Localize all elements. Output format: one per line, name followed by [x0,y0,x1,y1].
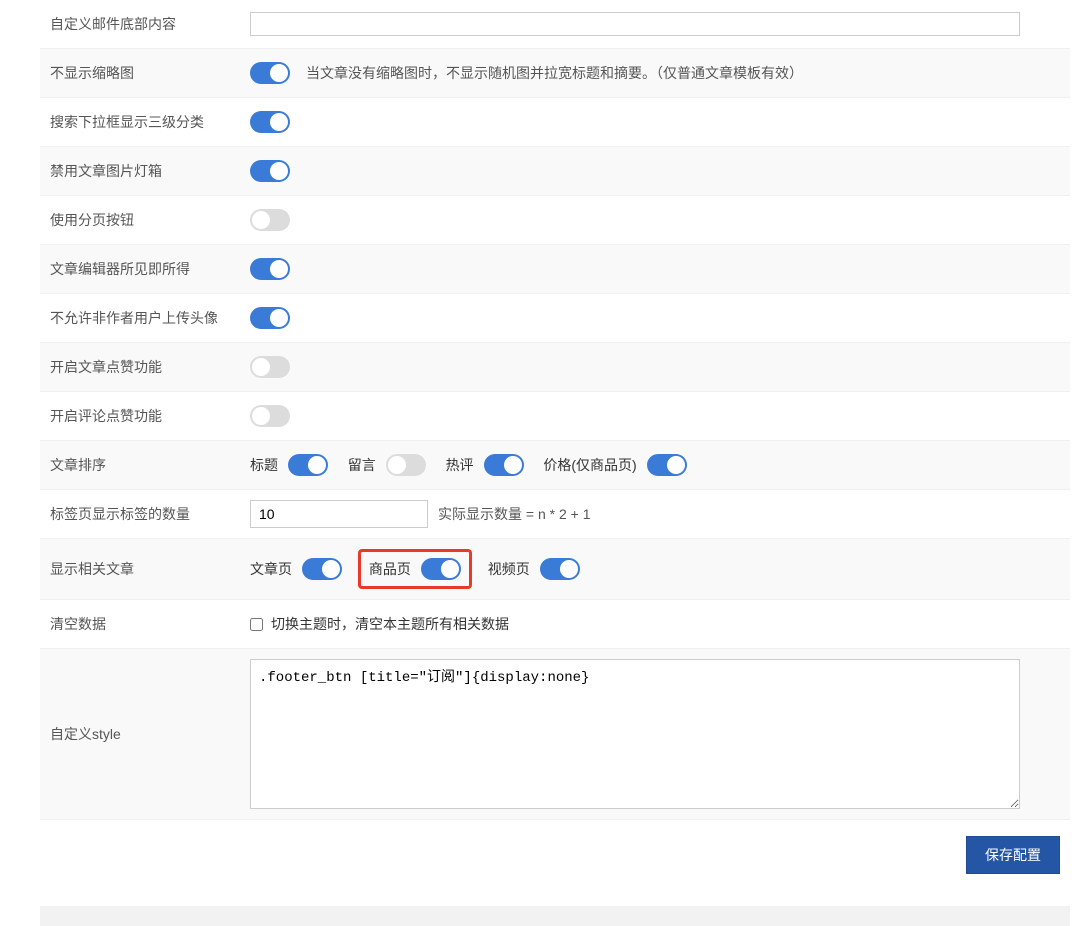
checkbox-clear-data[interactable] [250,618,263,631]
toggle-related-video[interactable] [540,558,580,580]
label-no-avatar-upload: 不允许非作者用户上传头像 [40,294,240,342]
toggle-related-product[interactable] [421,558,461,580]
label-disable-lightbox: 禁用文章图片灯箱 [40,147,240,195]
toggle-comment-like[interactable] [250,405,290,427]
sort-comments-label: 留言 [348,455,376,475]
desc-tags-count: 实际显示数量 = n * 2 + 1 [438,504,591,524]
label-hide-thumb: 不显示缩略图 [40,49,240,97]
label-article-sort: 文章排序 [40,441,240,489]
toggle-wysiwyg[interactable] [250,258,290,280]
label-comment-like: 开启评论点赞功能 [40,392,240,440]
toggle-sort-comments[interactable] [386,454,426,476]
sort-hot-label: 热评 [446,455,474,475]
toggle-article-like[interactable] [250,356,290,378]
sort-price-label: 价格(仅商品页) [543,455,636,475]
toggle-related-article[interactable] [302,558,342,580]
desc-hide-thumb: 当文章没有缩略图时，不显示随机图并拉宽标题和摘要。（仅普通文章模板有效） [306,63,803,83]
toggle-sort-price[interactable] [647,454,687,476]
bottom-spacer [40,906,1070,926]
label-article-like: 开启文章点赞功能 [40,343,240,391]
related-article-label: 文章页 [250,559,292,579]
label-wysiwyg: 文章编辑器所见即所得 [40,245,240,293]
toggle-no-avatar-upload[interactable] [250,307,290,329]
label-custom-email-footer: 自定义邮件底部内容 [40,0,240,48]
label-custom-style: 自定义style [40,649,240,819]
label-search-l3cat: 搜索下拉框显示三级分类 [40,98,240,146]
toggle-disable-lightbox[interactable] [250,160,290,182]
input-custom-email-footer[interactable] [250,12,1020,36]
related-product-label: 商品页 [369,559,411,579]
save-button[interactable]: 保存配置 [966,836,1060,874]
sort-title-label: 标题 [250,455,278,475]
label-tags-count: 标签页显示标签的数量 [40,490,240,538]
toggle-sort-hot[interactable] [484,454,524,476]
related-video-label: 视频页 [488,559,530,579]
label-clear-data: 清空数据 [40,600,240,648]
input-tags-count[interactable] [250,500,428,528]
label-related-articles: 显示相关文章 [40,539,240,599]
toggle-sort-title[interactable] [288,454,328,476]
textarea-custom-style[interactable] [250,659,1020,809]
highlight-box: 商品页 [358,549,472,589]
desc-clear-data: 切换主题时，清空本主题所有相关数据 [271,614,509,634]
toggle-pagination-btn[interactable] [250,209,290,231]
label-pagination-btn: 使用分页按钮 [40,196,240,244]
toggle-hide-thumb[interactable] [250,62,290,84]
toggle-search-l3cat[interactable] [250,111,290,133]
